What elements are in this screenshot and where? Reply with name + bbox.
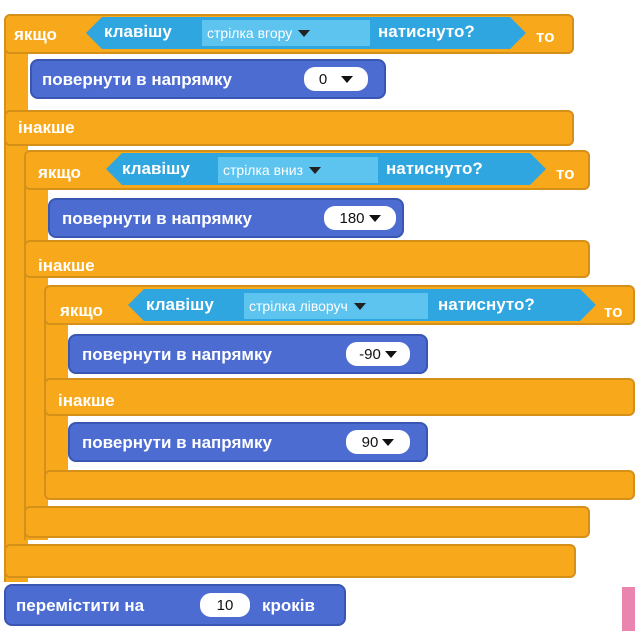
key-dropdown-3[interactable]: стрілка ліворуч	[244, 293, 428, 319]
else-bar-2	[24, 240, 590, 278]
if-label-1: якщо	[14, 25, 57, 44]
else-bar-3	[44, 378, 635, 416]
else-label-2: інакше	[38, 256, 95, 275]
steps-input[interactable]: 10	[200, 593, 250, 617]
else-label-1: інакше	[18, 118, 75, 137]
dropdown-arrow-icon	[298, 29, 311, 37]
direction-value-4: 90	[361, 433, 379, 451]
direction-input-3[interactable]: -90	[346, 342, 410, 366]
dropdown-arrow-icon	[382, 438, 395, 446]
turn-label-4: повернути в напрямку	[82, 433, 272, 452]
direction-value-3: -90	[359, 345, 381, 363]
if-label-2: якщо	[38, 163, 81, 182]
turn-label-1: повернути в напрямку	[42, 70, 232, 89]
key-suffix-3: натиснуто?	[438, 295, 535, 314]
turn-label-2: повернути в напрямку	[62, 209, 252, 228]
dropdown-arrow-icon	[384, 350, 397, 358]
direction-input-1[interactable]: 0	[304, 67, 368, 91]
dropdown-arrow-icon	[341, 75, 354, 83]
if-block-1-footer	[4, 544, 576, 578]
dropdown-arrow-icon	[368, 214, 381, 222]
key-option-1: стрілка вгору	[207, 25, 293, 41]
steps-value: 10	[216, 596, 234, 614]
key-prefix-2: клавішу	[122, 159, 190, 178]
direction-input-4[interactable]: 90	[346, 430, 410, 454]
dropdown-arrow-icon	[309, 166, 321, 174]
key-suffix-1: натиснуто?	[378, 22, 475, 41]
key-prefix-1: клавішу	[104, 22, 172, 41]
move-prefix: перемістити на	[16, 596, 145, 615]
then-label-1: то	[536, 27, 555, 46]
move-suffix: кроків	[262, 596, 315, 615]
key-prefix-3: клавішу	[146, 295, 214, 314]
if-block-2-footer	[24, 506, 590, 538]
else-label-3: інакше	[58, 391, 115, 410]
dropdown-arrow-icon	[353, 302, 366, 310]
turn-label-3: повернути в напрямку	[82, 345, 272, 364]
if-label-3: якщо	[60, 301, 103, 320]
direction-value-1: 0	[318, 70, 328, 88]
key-dropdown-2[interactable]: стрілка вниз	[218, 157, 378, 183]
else-bar-1	[4, 110, 574, 146]
key-suffix-2: натиснуто?	[386, 159, 483, 178]
if-block-3-footer	[44, 470, 635, 500]
direction-input-2[interactable]: 180	[324, 206, 396, 230]
then-label-3: то	[604, 302, 623, 321]
key-dropdown-1[interactable]: стрілка вгору	[202, 20, 370, 46]
key-option-2: стрілка вниз	[223, 162, 303, 178]
direction-value-2: 180	[339, 209, 365, 227]
key-option-3: стрілка ліворуч	[249, 298, 348, 314]
then-label-2: то	[556, 164, 575, 183]
page-marker	[622, 587, 635, 631]
